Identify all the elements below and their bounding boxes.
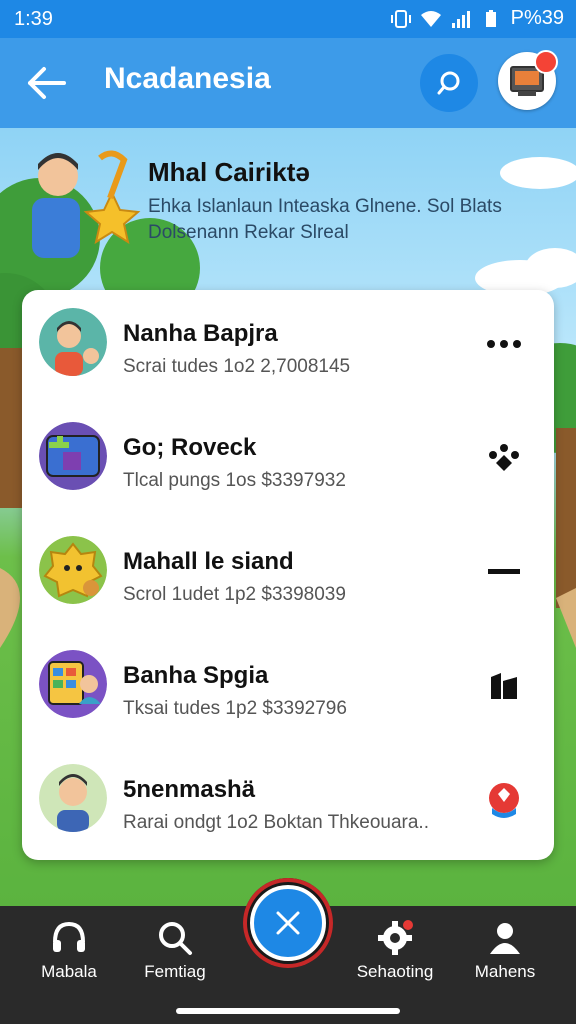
close-icon: [276, 911, 300, 935]
list-item-name: Banha Spgia: [123, 662, 269, 689]
search-button[interactable]: [420, 54, 478, 112]
avatar: [39, 650, 107, 718]
list-item-name: 5nenmashä: [123, 776, 256, 803]
list-item[interactable]: 5nenmashä Rarai ondgt 1o2 Boktan Thkeoua…: [22, 746, 554, 860]
person-icon: [490, 923, 520, 954]
nav-label: Sehaoting: [356, 962, 434, 981]
banner-subtitle-line1: Ehka Islanlaun Inteaska Glnene. Sol Blat…: [148, 196, 502, 217]
nav-label: Femtiag: [144, 962, 206, 981]
banner-subtitle: Ehka Islanlaun Inteaska Glnene. Sol Blat…: [148, 194, 548, 246]
list-item-meta: Scrol 1udet 1p2 $3398039: [123, 584, 346, 605]
list-item-meta: Scrai tudes 1o2 2,7008145: [123, 356, 351, 377]
list-item[interactable]: Mahall le siand Scrol 1udet 1p2 $3398039: [22, 518, 554, 632]
avatar: [39, 308, 107, 376]
status-bar: 1:39 P%39: [0, 0, 576, 38]
more-button[interactable]: [482, 326, 526, 362]
badge-button[interactable]: [482, 782, 526, 818]
list-item-meta: Tlcal pungs 1os $3397932: [123, 470, 346, 491]
profile-button[interactable]: [498, 50, 558, 110]
avatar: [39, 422, 107, 490]
list-item-name: Mahall le siand: [123, 548, 294, 575]
list-item-name: Nanha Bapjra: [123, 320, 278, 347]
list-item[interactable]: Nanha Bapjra Scrai tudes 1o2 2,7008145: [22, 290, 554, 404]
nav-item-femtiag[interactable]: Femtiag: [120, 918, 230, 982]
list-item-meta: Rarai ondgt 1o2 Boktan Thkeouara..: [123, 812, 429, 833]
battery-icon: [485, 9, 496, 27]
battery-percent: P%39: [510, 7, 564, 29]
paw-icon: [489, 444, 519, 471]
minus-button[interactable]: [482, 554, 526, 590]
tablet-avatar-icon: [39, 650, 107, 718]
nav-item-mahens[interactable]: Mahens: [450, 918, 560, 982]
man-avatar-icon: [39, 764, 107, 832]
flag-icon: [491, 673, 517, 699]
cookie-avatar-icon: [39, 536, 107, 604]
status-time: 1:39: [14, 8, 53, 30]
nav-item-sehaoting[interactable]: Sehaoting: [340, 918, 450, 982]
paw-button[interactable]: [482, 440, 526, 476]
list-item[interactable]: Banha Spgia Tksai tudes 1p2 $3392796: [22, 632, 554, 746]
arrow-left-icon: [28, 67, 66, 99]
home-indicator[interactable]: [176, 1008, 400, 1014]
back-button[interactable]: [22, 60, 70, 106]
search-icon: [437, 71, 460, 95]
signal-icon: [451, 10, 470, 28]
minus-icon: [488, 569, 520, 574]
nav-label: Mahens: [474, 962, 536, 981]
page-title: Ncadanesia: [104, 62, 271, 95]
app-bar: Ncadanesia: [0, 38, 576, 128]
wifi-icon: [420, 10, 441, 27]
list-item-meta: Tksai tudes 1p2 $3392796: [123, 698, 347, 719]
notification-badge: [534, 50, 558, 74]
person-avatar-icon: [39, 308, 107, 376]
list-item-name: Go; Roveck: [123, 434, 257, 461]
more-icon: [487, 340, 521, 348]
avatar: [39, 764, 107, 832]
close-fab-button[interactable]: [250, 885, 326, 961]
banner-title: Mhal Cairiktə: [148, 157, 310, 187]
vibrate-icon: [390, 9, 411, 28]
nav-item-mabala[interactable]: Mabala: [14, 918, 124, 982]
avatar: [39, 536, 107, 604]
banner-subtitle-line2: Dolsenann Rekar Slreal: [148, 222, 349, 243]
contact-list-card: Nanha Bapjra Scrai tudes 1o2 2,7008145 G…: [22, 290, 554, 860]
gear-icon: [378, 920, 413, 955]
nav-label: Mabala: [41, 962, 97, 981]
headset-icon: [53, 921, 85, 952]
list-item[interactable]: Go; Roveck Tlcal pungs 1os $3397932: [22, 404, 554, 518]
game-card-avatar-icon: [39, 422, 107, 490]
search-icon: [159, 922, 192, 955]
flag-button[interactable]: [482, 668, 526, 704]
badge-icon: [489, 783, 519, 818]
